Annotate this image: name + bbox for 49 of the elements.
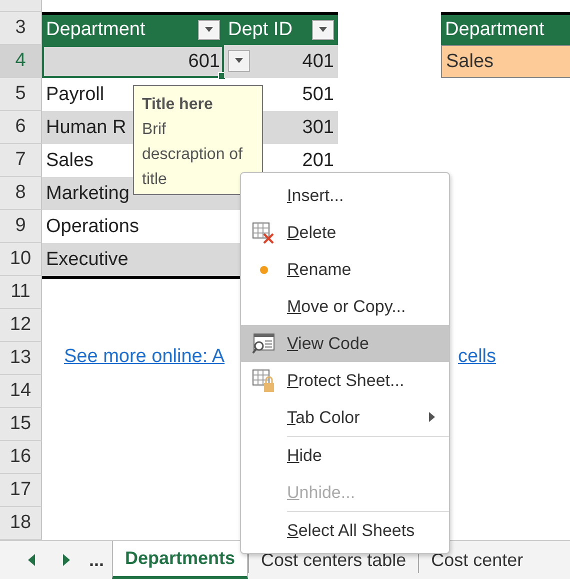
sheet-tab[interactable]: Departments (112, 541, 248, 579)
menu-item[interactable]: Move or Copy... (241, 288, 449, 325)
row-number[interactable]: 4 (0, 45, 42, 78)
menu-item[interactable]: Insert... (241, 177, 449, 214)
row-number[interactable]: 12 (0, 309, 42, 342)
table-cell: 201 (302, 150, 334, 172)
row-number[interactable]: 11 (0, 276, 42, 309)
table-cell: Sales (46, 150, 94, 172)
row-number[interactable]: 13 (0, 342, 42, 375)
caret-down-icon (318, 27, 328, 33)
row-number[interactable]: 14 (0, 375, 42, 408)
filter-button[interactable] (312, 20, 334, 40)
menu-item[interactable]: Protect Sheet... (241, 362, 449, 399)
row-number[interactable]: 8 (0, 177, 42, 210)
table-cell: Executive (42, 243, 224, 276)
row-number[interactable]: 16 (0, 441, 42, 474)
column-header: Department (42, 12, 224, 45)
row-number[interactable]: 15 (0, 408, 42, 441)
row-number[interactable]: 7 (0, 144, 42, 177)
caret-down-icon (204, 27, 214, 33)
row-number[interactable]: 9 (0, 210, 42, 243)
row-number[interactable]: 18 (0, 507, 42, 540)
menu-item[interactable]: Delete (241, 214, 449, 251)
row-number[interactable]: 10 (0, 243, 42, 276)
view-code-icon (252, 332, 276, 354)
table-cell: Payroll (46, 84, 104, 106)
table-cell: Sales (441, 45, 570, 78)
help-link[interactable]: See more online: A (64, 346, 225, 368)
menu-item[interactable]: Rename (241, 251, 449, 288)
column-header: Dept ID (224, 12, 338, 45)
table-cell: Operations (46, 216, 139, 238)
caret-down-icon (234, 58, 244, 64)
row-number[interactable]: 6 (0, 111, 42, 144)
dropdown-button[interactable] (228, 50, 250, 72)
lock-table-icon (252, 368, 276, 392)
table-cell: 501 (302, 84, 334, 106)
dot-icon (259, 264, 269, 274)
help-link[interactable]: cells (458, 346, 496, 368)
row-number[interactable]: 3 (0, 12, 42, 45)
menu-item[interactable]: View Code (241, 325, 449, 362)
menu-item[interactable]: Tab Color (241, 399, 449, 436)
delete-table-icon (252, 222, 276, 244)
menu-item[interactable]: Hide (241, 437, 449, 474)
submenu-arrow-icon (429, 412, 435, 422)
row-number[interactable]: 5 (0, 78, 42, 111)
column-header: Department (441, 12, 570, 45)
filter-button[interactable] (198, 20, 220, 40)
row-number[interactable]: 17 (0, 474, 42, 507)
more-sheets-button[interactable]: ... (83, 541, 112, 579)
